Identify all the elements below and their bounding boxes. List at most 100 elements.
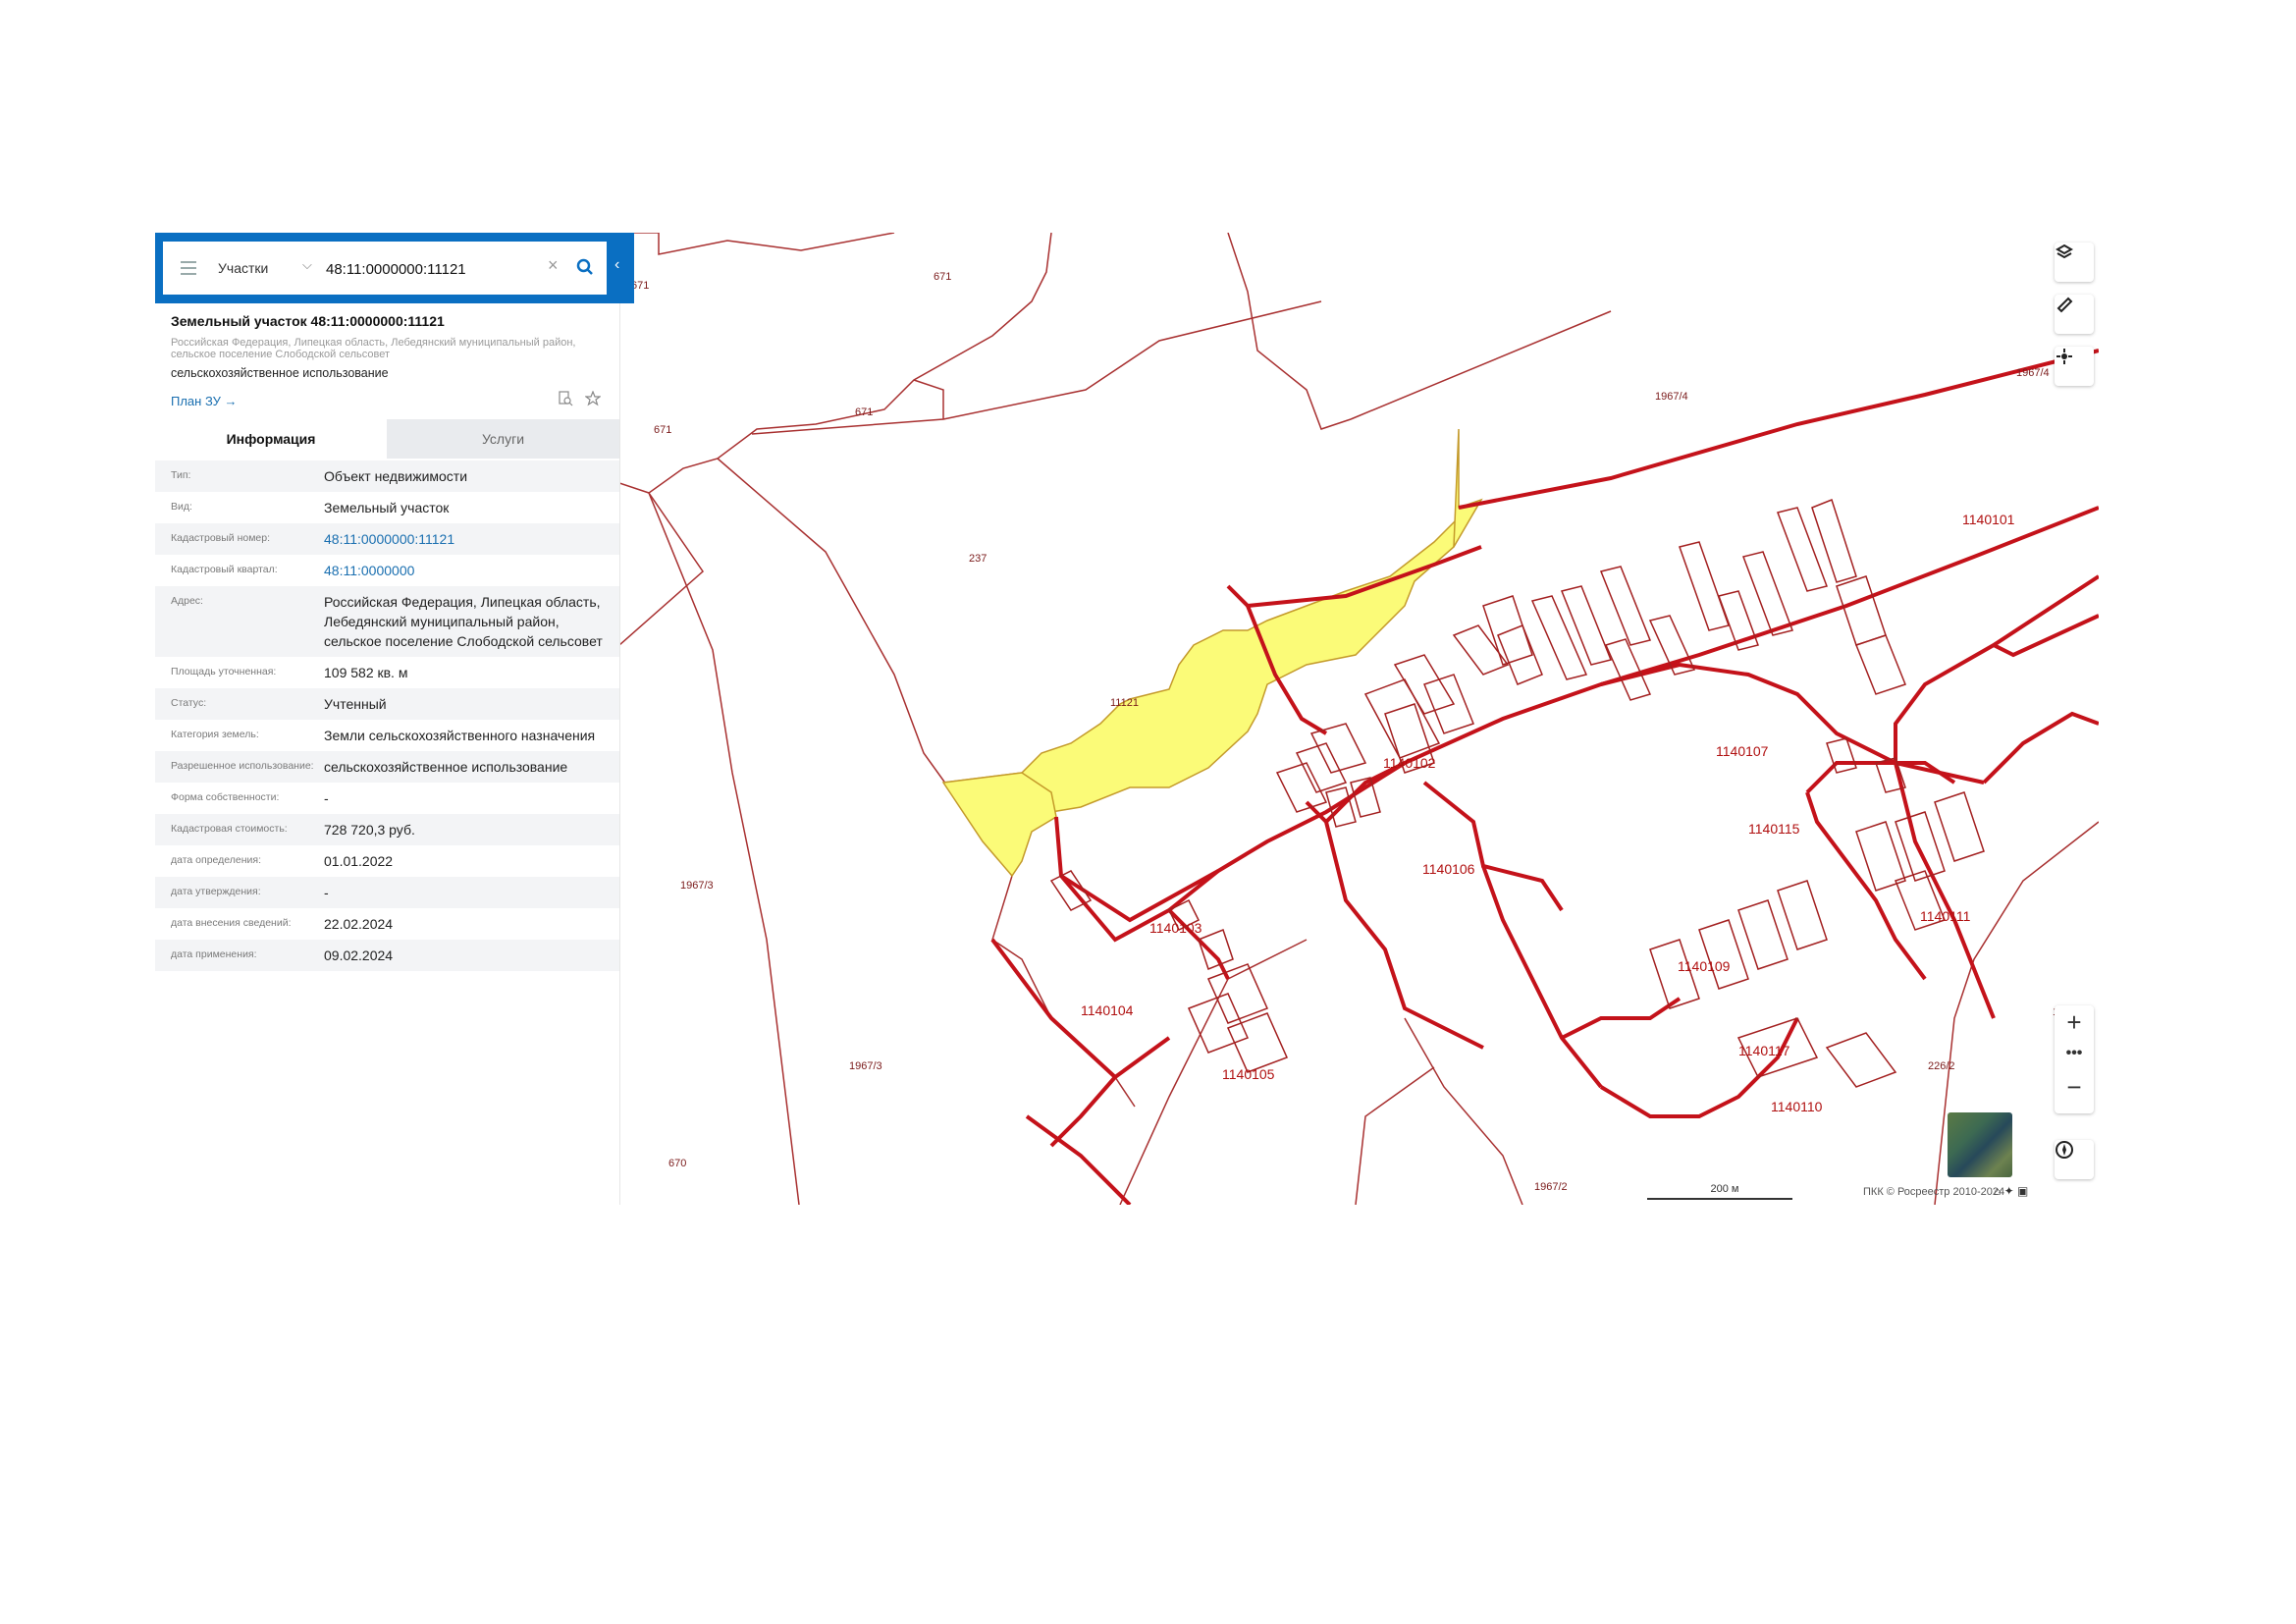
field-value: 109 582 кв. м [324,665,408,680]
search-icon[interactable] [576,258,594,276]
chevron-down-icon[interactable]: ⌵ [302,257,312,273]
scale-label: 200 м [1710,1183,1739,1195]
field-value: Земли сельскохозяйственного назначения [324,728,596,743]
field-value: 01.01.2022 [324,853,394,869]
block-label: 1140109 [1678,958,1731,974]
plan-link[interactable]: План ЗУ → [171,394,238,408]
block-label: 1140104 [1081,1002,1134,1018]
field-value: 728 720,3 руб. [324,822,415,838]
info-row: Тип: Объект недвижимости [155,460,619,492]
info-row: Адрес: Российская Федерация, Липецкая обл… [155,586,619,657]
satellite-minimap[interactable] [1948,1112,2012,1177]
info-row: Категория земель: Земли сельскохозяйствен… [155,720,619,751]
info-row: Форма собственности: - [155,783,619,814]
object-usage: сельскохозяйственное использование [171,366,389,380]
home-icon[interactable]: ⌂ [1994,1184,2001,1198]
clear-icon[interactable]: × [548,255,559,276]
zoom-out-button[interactable]: − [2055,1072,2094,1103]
zoom-in-button[interactable]: + [2055,1007,2094,1038]
object-address: Российская Федерация, Липецкая область, … [171,337,576,360]
field-key: Адрес: [171,595,203,607]
field-key: Кадастровая стоимость: [171,823,288,835]
field-key: дата утверждения: [171,886,261,897]
info-row: дата определения: 01.01.2022 [155,845,619,877]
locate-button[interactable] [2055,347,2094,386]
parcel-label: 671 [855,406,873,418]
parcel-label: 671 [934,271,951,283]
info-row: дата внесения сведений: 22.02.2024 [155,908,619,940]
parcel-label: 1967/3 [849,1060,882,1072]
zoom-control: + ••• − [2055,1005,2094,1113]
block-label: 1140102 [1383,755,1436,771]
block-label: 1140117 [1738,1043,1790,1058]
field-value: Учтенный [324,696,387,712]
map-canvas[interactable]: 671 671 671 671 237 1967/4 1967/4 11121 … [619,233,2099,1205]
info-row: Площадь уточненная: 109 582 кв. м [155,657,619,688]
more-button[interactable]: ••• [2055,1045,2094,1062]
info-row: дата применения: 09.02.2024 [155,940,619,971]
tab-info[interactable]: Информация [155,419,387,459]
scale-bar [1647,1198,1792,1200]
parcel-label: 226/2 [1928,1060,1955,1072]
field-key: дата определения: [171,854,262,866]
cadastral-number-link[interactable]: 48:11:0000000:11121 [324,529,614,549]
info-row: Статус: Учтенный [155,688,619,720]
search-box: Участки ⌵ × [163,242,607,295]
parcel-label: 671 [654,424,671,436]
info-row: Разрешенное использование: сельскохозяйст… [155,751,619,783]
block-label: 1140106 [1422,861,1475,877]
menu-icon[interactable] [181,261,196,275]
info-row: Вид: Земельный участок [155,492,619,523]
layers-button[interactable] [2055,243,2094,282]
tab-services[interactable]: Услуги [387,419,619,459]
tabs: Информация Услуги [155,419,619,459]
field-value: сельскохозяйственное использование [324,759,568,775]
field-value: 09.02.2024 [324,947,394,963]
field-key: Разрешенное использование: [171,760,314,772]
field-key: Кадастровый квартал: [171,564,278,575]
field-value: Российская Федерация, Липецкая область, … [324,594,603,649]
field-value: Земельный участок [324,500,450,515]
parcel-label: 1967/2 [1534,1181,1568,1193]
ruler-button[interactable] [2055,295,2094,334]
parcel-label: 1967/4 [1655,391,1688,403]
field-key: Вид: [171,501,192,513]
field-key: дата применения: [171,948,257,960]
field-key: дата внесения сведений: [171,917,292,929]
parcel-label: 1967/3 [680,880,714,892]
block-label: 1140107 [1716,743,1769,759]
block-label: 1140110 [1771,1099,1823,1114]
locate-icon [2056,349,2072,364]
pin-icon[interactable]: ✦ [2004,1184,2014,1198]
search-bar: Участки ⌵ × ‹ [155,233,634,303]
info-row: дата утверждения: - [155,877,619,908]
sidebar: Участки ⌵ × ‹ Земельный участок 48:11:00… [155,233,634,1205]
print-icon[interactable]: ▣ [2017,1184,2028,1198]
bottom-icons: ⌂ ✦ ▣ [1994,1184,2028,1198]
parcel-label: 670 [668,1158,686,1169]
ruler-icon [2056,297,2073,313]
field-key: Форма собственности: [171,791,280,803]
info-row: Кадастровый квартал: 48:11:0000000 [155,555,619,586]
cadastral-quarter-link[interactable]: 48:11:0000000 [324,561,614,580]
collapse-panel-icon[interactable]: ‹ [614,256,619,274]
category-select[interactable]: Участки [218,260,268,276]
pkk-app: 671 671 671 671 237 1967/4 1967/4 11121 … [155,233,2099,1205]
search-input[interactable] [324,256,534,282]
field-value: - [324,790,329,806]
info-row: Кадастровый номер: 48:11:0000000:11121 [155,523,619,555]
field-value: - [324,885,329,900]
compass-button[interactable] [2055,1140,2094,1179]
cadastral-map[interactable]: 671 671 671 671 237 1967/4 1967/4 11121 … [619,233,2099,1205]
object-title: Земельный участок 48:11:0000000:11121 [171,313,445,329]
star-icon[interactable] [585,391,601,406]
field-value: Объект недвижимости [324,468,468,484]
block-label: 1140103 [1149,920,1202,936]
info-row: Кадастровая стоимость: 728 720,3 руб. [155,814,619,845]
layers-icon [2055,244,2074,259]
field-key: Тип: [171,469,191,481]
parcel-label: 1967/4 [2016,367,2050,379]
block-label: 1140101 [1962,512,2015,527]
document-search-icon[interactable] [558,391,573,406]
plan-row: План ЗУ → [171,391,603,412]
